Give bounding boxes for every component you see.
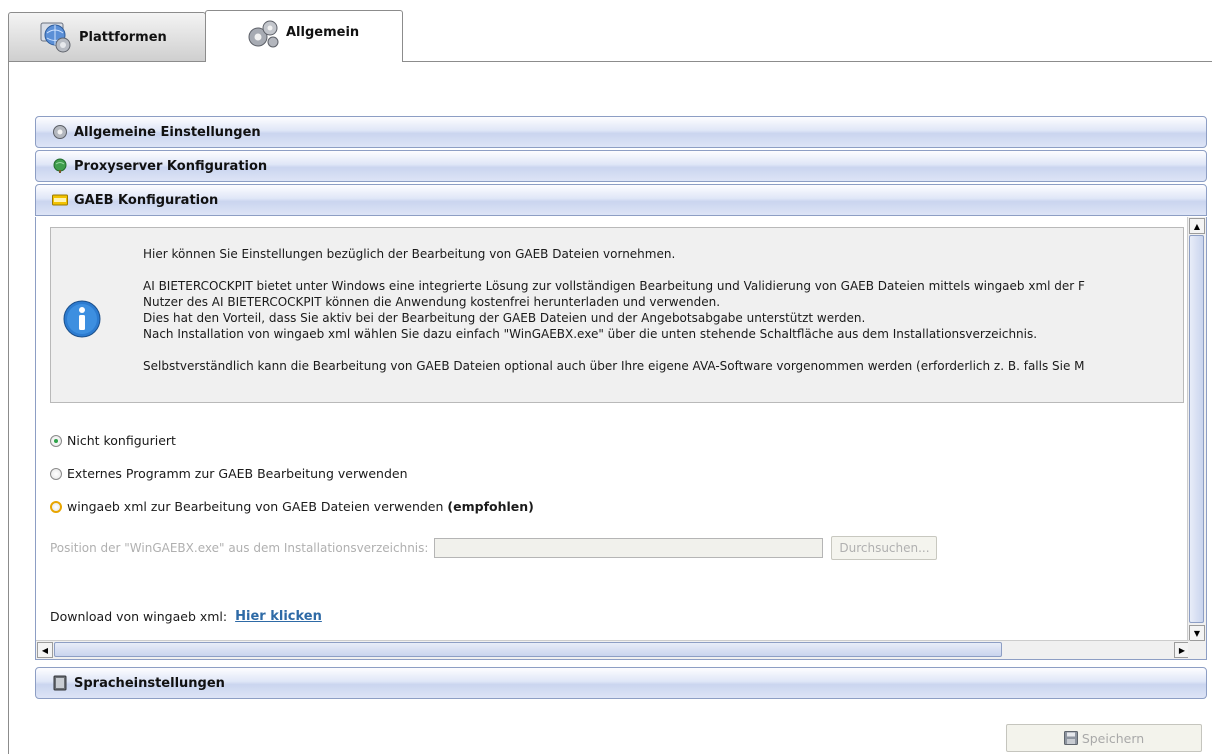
- info-box: Hier können Sie Einstellungen bezüglich …: [50, 227, 1184, 403]
- radio-button[interactable]: [50, 467, 62, 480]
- download-label: Download von wingaeb xml:: [50, 609, 228, 624]
- download-link[interactable]: Hier klicken: [235, 609, 322, 624]
- floppy-disk-icon: [1063, 731, 1078, 745]
- tab-plattformen[interactable]: Plattformen: [8, 12, 206, 62]
- gaeb-config-content: Hier können Sie Einstellungen bezüglich …: [35, 217, 1207, 660]
- globe-icon: [52, 158, 68, 174]
- accordion-allgemeine-einstellungen[interactable]: Allgemeine Einstellungen: [35, 116, 1207, 148]
- download-row: Download von wingaeb xml: Hier klicken: [50, 609, 322, 624]
- globe-network-icon: [40, 22, 71, 53]
- radio-button[interactable]: [50, 434, 62, 447]
- radio-button[interactable]: [50, 500, 62, 513]
- position-label: Position der "WinGAEBX.exe" aus dem Inst…: [50, 541, 429, 555]
- accordion-label: Proxyserver Konfiguration: [74, 158, 268, 174]
- info-line: Hier können Sie Einstellungen bezüglich …: [143, 247, 676, 261]
- radio-label: wingaeb xml zur Bearbeitung von GAEB Dat…: [67, 499, 444, 514]
- recommended-label: (empfohlen): [447, 499, 534, 514]
- save-button[interactable]: Speichern: [1006, 724, 1202, 752]
- position-input[interactable]: [434, 538, 824, 558]
- vertical-scroll-thumb[interactable]: [1189, 235, 1204, 623]
- accordion-gaeb-konfiguration[interactable]: GAEB Konfiguration: [35, 184, 1207, 216]
- tab-allgemein[interactable]: Allgemein: [205, 10, 403, 62]
- info-line: Selbstverständlich kann die Bearbeitung …: [143, 359, 1085, 373]
- radio-option-external[interactable]: Externes Programm zur GAEB Bearbeitung v…: [50, 466, 408, 481]
- scroll-down-arrow[interactable]: ▼: [1189, 625, 1205, 641]
- gears-icon: [248, 20, 279, 48]
- vertical-scrollbar[interactable]: ▲ ▼: [1187, 217, 1206, 641]
- horizontal-scroll-thumb[interactable]: [54, 642, 1002, 657]
- browse-button[interactable]: Durchsuchen...: [831, 536, 938, 560]
- save-label: Speichern: [1081, 730, 1145, 746]
- info-line: Nach Installation von wingaeb xml wählen…: [143, 327, 1038, 341]
- scroll-up-arrow[interactable]: ▲: [1189, 218, 1205, 234]
- info-line: AI BIETERCOCKPIT bietet unter Windows ei…: [143, 279, 1085, 293]
- radio-option-wingaeb[interactable]: wingaeb xml zur Bearbeitung von GAEB Dat…: [50, 499, 534, 514]
- book-icon: [52, 675, 68, 691]
- tab-strip: Plattformen Allgemein: [0, 0, 1212, 62]
- settings-panel: Allgemeine Einstellungen Proxyserver Kon…: [8, 62, 1212, 754]
- accordion-proxyserver-konfiguration[interactable]: Proxyserver Konfiguration: [35, 150, 1207, 182]
- info-icon: [63, 300, 101, 338]
- accordion-label: Allgemeine Einstellungen: [74, 124, 261, 140]
- gear-icon: [52, 124, 68, 140]
- tab-label: Allgemein: [286, 25, 360, 40]
- horizontal-scrollbar[interactable]: ◀ ▶: [36, 640, 1190, 659]
- info-line: Nutzer des AI BIETERCOCKPIT können die A…: [143, 295, 721, 309]
- gaeb-icon: [52, 192, 68, 208]
- info-text: Hier können Sie Einstellungen bezüglich …: [143, 246, 1183, 374]
- scroll-left-arrow[interactable]: ◀: [37, 642, 53, 658]
- radio-label: Nicht konfiguriert: [67, 433, 176, 448]
- info-line: Dies hat den Vorteil, dass Sie aktiv bei…: [143, 311, 866, 325]
- radio-option-not-configured[interactable]: Nicht konfiguriert: [50, 433, 176, 448]
- scroll-corner: [1188, 641, 1206, 659]
- accordion-label: GAEB Konfiguration: [74, 192, 219, 208]
- accordion-label: Spracheinstellungen: [74, 675, 225, 691]
- position-row: Position der "WinGAEBX.exe" aus dem Inst…: [50, 536, 938, 560]
- radio-label: Externes Programm zur GAEB Bearbeitung v…: [67, 466, 408, 481]
- tab-label: Plattformen: [79, 29, 167, 45]
- accordion-spracheinstellungen[interactable]: Spracheinstellungen: [35, 667, 1207, 699]
